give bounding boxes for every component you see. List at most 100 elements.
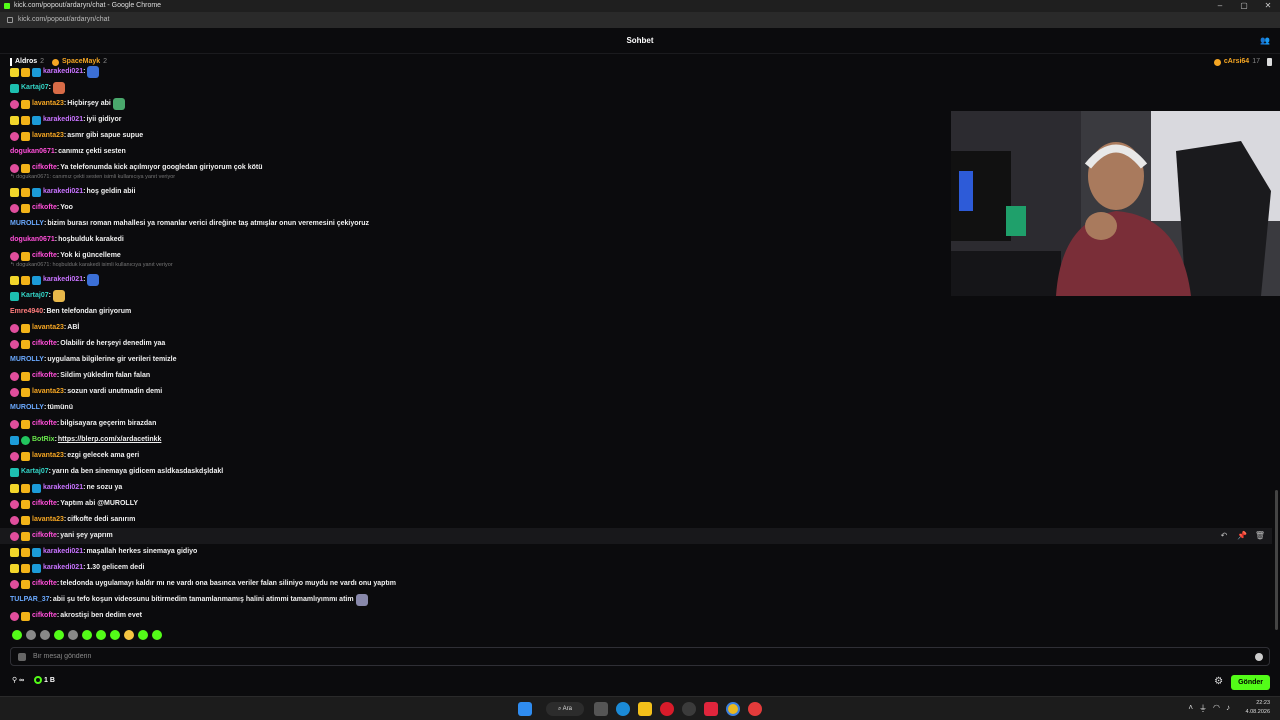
viewers-indicator[interactable]: ⚲ ∞ — [12, 672, 24, 690]
chat-message[interactable]: karakedi021: maşallah herkes sinemaya gid… — [10, 545, 197, 559]
chat-message[interactable]: MUROLLY: tümünü — [10, 401, 73, 415]
chat-username[interactable]: lavanta23 — [32, 385, 64, 399]
emote-icon[interactable] — [124, 630, 134, 640]
emote-icon[interactable] — [54, 630, 64, 640]
chat-message[interactable]: karakedi021: iyii gidiyor — [10, 113, 121, 127]
chat-message[interactable]: cifkofte: yani şey yaprım — [10, 529, 113, 543]
emote-icon[interactable] — [96, 630, 106, 640]
emote-icon[interactable] — [110, 630, 120, 640]
close-button[interactable]: ✕ — [1256, 0, 1280, 12]
chat-message[interactable]: karakedi021: hoş geldin abii — [10, 185, 135, 199]
emote-icon[interactable] — [12, 630, 22, 640]
message-link[interactable]: https://blerp.com/x/ardacetinkk — [58, 433, 161, 447]
chat-message[interactable]: MUROLLY: uygulama bilgilerine gir veriler… — [10, 353, 176, 367]
chat-username[interactable]: lavanta23 — [32, 129, 64, 143]
chat-username[interactable]: karakedi021 — [43, 545, 83, 559]
wifi-icon[interactable]: ◠ — [1213, 703, 1220, 714]
chat-username[interactable]: MUROLLY — [10, 401, 44, 415]
chat-username[interactable]: MUROLLY — [10, 217, 44, 231]
chat-message[interactable]: cifkofte: bilgisayara geçerim birazdan — [10, 417, 156, 431]
chat-input[interactable] — [33, 649, 1233, 664]
chat-username[interactable]: lavanta23 — [32, 513, 64, 527]
send-button[interactable]: Gönder — [1231, 674, 1270, 690]
emote-icon[interactable] — [138, 630, 148, 640]
file-explorer-icon[interactable] — [638, 702, 652, 716]
chat-username[interactable]: BotRix — [32, 433, 55, 447]
chat-message[interactable]: lavanta23: asmr gibi sapue supue — [10, 129, 143, 143]
chat-message[interactable]: cifkofte: Sildim yükledim falan falan — [10, 369, 150, 383]
address-bar[interactable]: kick.com/popout/ardaryn/chat — [0, 12, 1280, 28]
opera-icon[interactable] — [660, 702, 674, 716]
chat-username[interactable]: cifkofte — [32, 337, 57, 351]
chrome-icon[interactable] — [726, 702, 740, 716]
chat-message[interactable]: cifkofte: akrostişi ben dedim evet — [10, 609, 142, 623]
chat-message[interactable]: Kartaj07: — [10, 289, 65, 303]
chat-message[interactable]: lavanta23: ezgi gelecek ama geri — [10, 449, 139, 463]
pin-icon[interactable]: 📌 — [1236, 530, 1248, 542]
gear-icon[interactable]: ⚙ — [1214, 673, 1223, 691]
chat-message[interactable]: Emre4940: Ben telefondan giriyorum — [10, 305, 131, 319]
chat-username[interactable]: karakedi021 — [43, 113, 83, 127]
edge-icon[interactable] — [616, 702, 630, 716]
chat-username[interactable]: karakedi021 — [43, 273, 83, 287]
chat-username[interactable]: karakedi021 — [43, 185, 83, 199]
chat-message[interactable]: TULPAR_37: abii şu tefo koşun videosunu b… — [10, 593, 368, 607]
chat-message[interactable]: lavanta23: ABİ — [10, 321, 79, 335]
reply-context[interactable]: ↰ dogukan0671: hoşbulduk karakedi isimli… — [10, 261, 173, 269]
user-list-icon[interactable]: 👥 — [1260, 37, 1270, 45]
chat-message[interactable]: lavanta23: Hiçbirşey abi — [10, 97, 125, 111]
chat-username[interactable]: lavanta23 — [32, 97, 64, 111]
chat-username[interactable]: karakedi021 — [43, 561, 83, 575]
chat-username[interactable]: cifkofte — [32, 201, 57, 215]
chat-scrollbar[interactable] — [1275, 490, 1278, 630]
task-view-icon[interactable] — [594, 702, 608, 716]
chat-message[interactable]: BotRix: https://blerp.com/x/ardacetinkk — [10, 433, 161, 447]
chat-message[interactable]: lavanta23: sozun vardi unutmadin demi — [10, 385, 162, 399]
chat-username[interactable]: lavanta23 — [32, 449, 64, 463]
chat-message[interactable]: cifkofte: Yaptım abi @MUROLLY — [10, 497, 138, 511]
emote-icon[interactable] — [152, 630, 162, 640]
emote-icon[interactable] — [40, 630, 50, 640]
chat-settings-small-icon[interactable] — [18, 653, 26, 661]
clock[interactable]: 22:23 4.08.2026 — [1246, 699, 1270, 717]
chat-message[interactable]: MUROLLY: bizim burası roman mahallesi ya … — [10, 217, 369, 231]
chat-message[interactable]: karakedi021: — [10, 65, 100, 79]
chat-username[interactable]: cifkofte — [32, 529, 57, 543]
chat-username[interactable]: lavanta23 — [32, 321, 64, 335]
chat-message[interactable]: dogukan0671: hoşbulduk karakedi — [10, 233, 124, 247]
chat-username[interactable]: karakedi021 — [43, 481, 83, 495]
reply-context[interactable]: ↰ dogukan0671: canımız çekti sesten isim… — [10, 173, 175, 181]
chat-message[interactable]: cifkofte: Olabilir de herşeyi denedim yaa — [10, 337, 165, 351]
volume-icon[interactable]: ♪ — [1226, 703, 1230, 714]
chat-message[interactable]: Kartaj07: — [10, 81, 65, 95]
chat-username[interactable]: TULPAR_37 — [10, 593, 50, 607]
chevron-up-icon[interactable]: ˄ — [1188, 703, 1193, 714]
chat-message[interactable]: Kartaj07: yarın da ben sinemaya gidicem a… — [10, 465, 223, 479]
chat-message[interactable]: lavanta23: cifkofte dedi sanırım — [10, 513, 135, 527]
chat-message[interactable]: cifkofte: Yoo — [10, 201, 73, 215]
chat-username[interactable]: dogukan0671 — [10, 145, 55, 159]
chat-username[interactable]: cifkofte — [32, 577, 57, 591]
chat-message[interactable]: dogukan0671: canımız çekti sesten — [10, 145, 126, 159]
chat-username[interactable]: Kartaj07 — [21, 289, 49, 303]
chat-username[interactable]: dogukan0671 — [10, 233, 55, 247]
chat-username[interactable]: MUROLLY — [10, 353, 44, 367]
reply-icon[interactable]: ↶ — [1218, 530, 1230, 542]
chat-username[interactable]: Emre4940 — [10, 305, 43, 319]
chat-message[interactable]: cifkofte: teledonda uygulamayı kaldır mı … — [10, 577, 396, 591]
chat-username[interactable]: karakedi021 — [43, 65, 83, 79]
chat-username[interactable]: cifkofte — [32, 609, 57, 623]
taskbar-search[interactable]: ⌕ Ara — [546, 702, 584, 716]
points-indicator[interactable]: 1 B — [34, 672, 55, 690]
delete-icon[interactable]: 🗑 — [1254, 530, 1266, 542]
emote-icon[interactable] — [82, 630, 92, 640]
minimize-button[interactable]: – — [1208, 0, 1232, 12]
mic-icon[interactable]: ⏚ — [1199, 703, 1207, 714]
chat-message[interactable]: karakedi021: ne sozu ya — [10, 481, 122, 495]
emote-icon[interactable] — [68, 630, 78, 640]
chat-username[interactable]: cifkofte — [32, 497, 57, 511]
steam-icon[interactable] — [682, 702, 696, 716]
chat-username[interactable]: Kartaj07 — [21, 81, 49, 95]
maximize-button[interactable]: ▢ — [1232, 0, 1256, 12]
app-icon[interactable] — [704, 702, 718, 716]
